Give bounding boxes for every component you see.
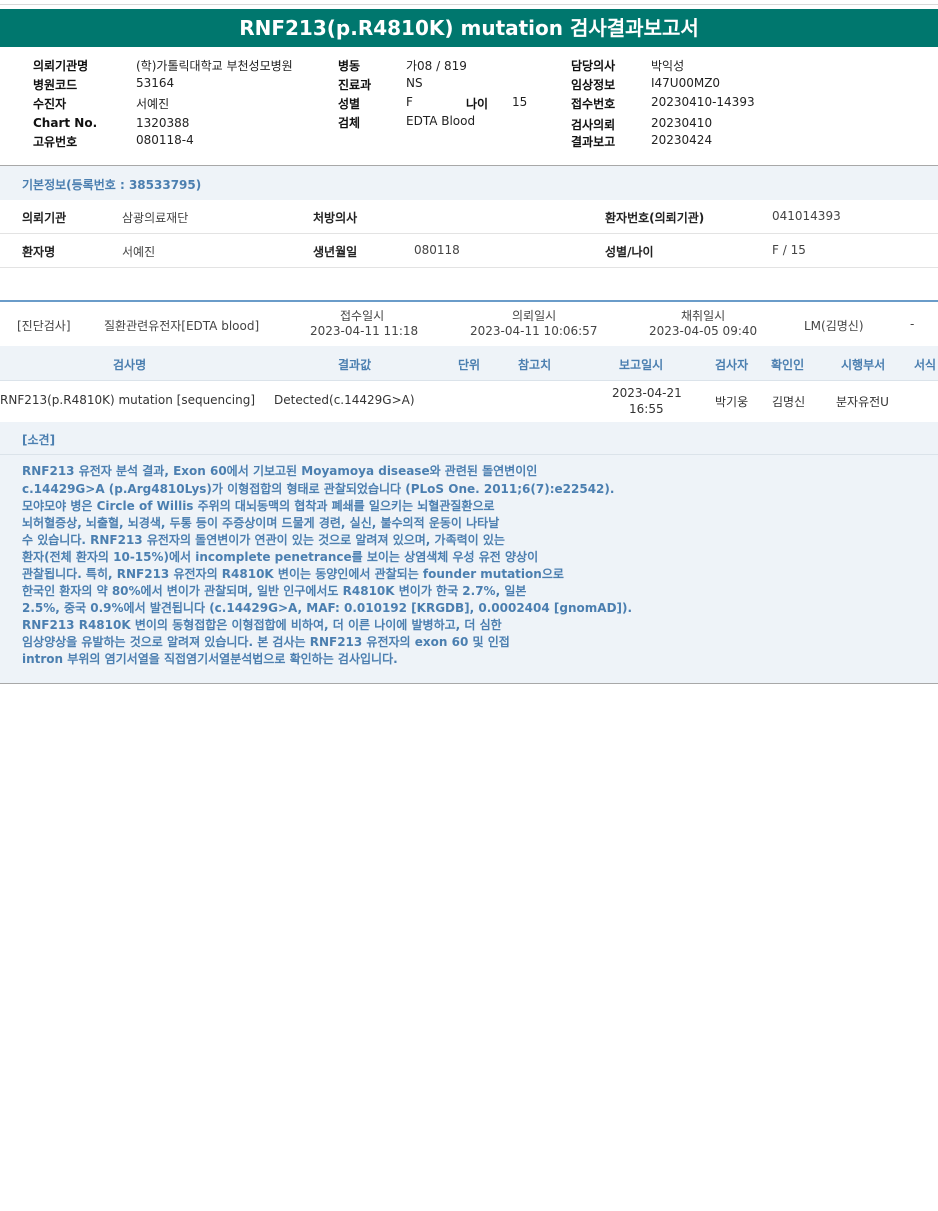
sex-age-value: F / 15 xyxy=(772,243,806,257)
opinion-line: RNF213 R4810K 변이의 동형접합은 이형접합에 비하여, 더 이른 … xyxy=(22,618,502,632)
col-tester: 검사자 xyxy=(715,358,749,372)
patient-no-label: 환자번호(의뢰기관) xyxy=(605,211,705,225)
opinion-line: 뇌허혈증상, 뇌출혈, 뇌경색, 두통 등이 주증상이며 드물게 경련, 실신,… xyxy=(22,516,500,530)
prescriber-label: 처방의사 xyxy=(313,211,358,225)
dob-label: 생년월일 xyxy=(313,245,358,259)
age-label: 나이 xyxy=(466,97,489,111)
col-result: 결과값 xyxy=(338,358,372,372)
report-title: RNF213(p.R4810K) mutation 검사결과보고서 xyxy=(0,9,938,47)
order-category: [진단검사] xyxy=(17,319,71,333)
age-value: 15 xyxy=(512,95,528,109)
specimen-label: 검체 xyxy=(338,116,361,130)
col-form: 서식 xyxy=(914,358,937,372)
clinical-info-value: I47U00MZ0 xyxy=(651,76,721,90)
report-date-value: 20230424 xyxy=(651,133,713,147)
result-dept: 분자유전U xyxy=(836,395,889,409)
request-date-label: 검사의뢰 xyxy=(571,118,616,132)
order-dash: - xyxy=(910,317,915,331)
collected-value: 2023-04-05 09:40 xyxy=(649,324,758,338)
opinion-title: [소견] xyxy=(22,433,56,447)
report-header: 의뢰기관명 (학)가톨릭대학교 부천성모병원 병원코드 53164 수진자 서예… xyxy=(0,50,938,164)
inst-label: 의뢰기관 xyxy=(22,211,67,225)
sex-value: F xyxy=(406,95,413,109)
basic-info-heading: 기본정보(등록번호 : 38533795) xyxy=(0,166,938,200)
opinion-line: 임상양상을 유발하는 것으로 알려져 있습니다. 본 검사는 RNF213 유전… xyxy=(22,635,510,649)
table-row[interactable]: RNF213(p.R4810K) mutation [sequencing] D… xyxy=(0,381,938,421)
unique-no-value: 080118-4 xyxy=(136,133,194,147)
sex-age-label: 성별/나이 xyxy=(605,245,654,259)
opinion-line: 수 있습니다. RNF213 유전자의 돌연변이가 연관이 있는 것으로 알려져… xyxy=(22,533,505,547)
patient-no-value: 041014393 xyxy=(772,209,841,223)
order-summary: [진단검사] 질환관련유전자[EDTA blood] 접수일시 2023-04-… xyxy=(0,302,938,346)
collected-label: 채취일시 xyxy=(681,309,726,323)
result-test-name: RNF213(p.R4810K) mutation [sequencing] xyxy=(0,393,255,407)
sex-label: 성별 xyxy=(338,97,361,111)
requested-value: 2023-04-11 10:06:57 xyxy=(470,324,598,338)
doctor-label: 담당의사 xyxy=(571,59,616,73)
result-value: Detected(c.14429G>A) xyxy=(274,393,415,407)
dob-value: 080118 xyxy=(414,243,460,257)
chart-no-value: 1320388 xyxy=(136,116,190,130)
opinion-line: 관찰됩니다. 특히, RNF213 유전자의 R4810K 변이는 동양인에서 … xyxy=(22,567,564,581)
col-confirmer: 확인인 xyxy=(771,358,805,372)
col-unit: 단위 xyxy=(458,358,481,372)
requesting-institution-value: (학)가톨릭대학교 부천성모병원 xyxy=(136,59,293,73)
chart-no-label: Chart No. xyxy=(33,116,98,130)
opinion-line: intron 부위의 염기서열을 직접염기서열분석법으로 확인하는 검사입니다. xyxy=(22,652,398,666)
opinion-line: 2.5%, 중국 0.9%에서 발견됩니다 (c.14429G>A, MAF: … xyxy=(22,601,633,615)
hospital-code-value: 53164 xyxy=(136,76,175,90)
examinee-value: 서예진 xyxy=(136,97,170,111)
received-label: 접수일시 xyxy=(340,309,385,323)
patient-name-value: 서예진 xyxy=(122,245,156,259)
opinion-line: 환자(전체 환자의 10-15%)에서 incomplete penetranc… xyxy=(22,550,539,564)
received-value: 2023-04-11 11:18 xyxy=(310,324,419,338)
lab-name: LM(김명신) xyxy=(804,319,864,333)
basic-info-row-1: 의뢰기관 삼광의료재단 처방의사 환자번호(의뢰기관) 041014393 xyxy=(0,200,938,234)
order-test-group: 질환관련유전자[EDTA blood] xyxy=(104,319,260,333)
receipt-no-value: 20230410-14393 xyxy=(651,95,755,109)
requested-label: 의뢰일시 xyxy=(512,309,557,323)
examinee-label: 수진자 xyxy=(33,97,67,111)
hospital-code-label: 병원코드 xyxy=(33,78,78,92)
dept-label: 진료과 xyxy=(338,78,372,92)
basic-info-title: 기본정보(등록번호 : 38533795) xyxy=(22,178,202,192)
col-dept: 시행부서 xyxy=(841,358,886,372)
results-table-header: 검사명 결과값 단위 참고치 보고일시 검사자 확인인 시행부서 서식 xyxy=(0,346,938,381)
specimen-value: EDTA Blood xyxy=(406,114,476,128)
inst-value: 삼광의료재단 xyxy=(122,211,189,225)
dept-value: NS xyxy=(406,76,423,90)
opinion-line: RNF213 유전자 분석 결과, Exon 60에서 기보고된 Moyamoy… xyxy=(22,464,538,478)
result-tester: 박기웅 xyxy=(715,395,749,409)
result-report-time: 16:55 xyxy=(629,402,664,416)
opinion-line: 한국인 환자의 약 80%에서 변이가 관찰되며, 일반 인구에서도 R4810… xyxy=(22,584,527,598)
basic-info-row-2: 환자명 서예진 생년월일 080118 성별/나이 F / 15 xyxy=(0,234,938,268)
unique-no-label: 고유번호 xyxy=(33,135,78,149)
opinion-body: RNF213 유전자 분석 결과, Exon 60에서 기보고된 Moyamoy… xyxy=(0,455,938,684)
request-date-value: 20230410 xyxy=(651,116,713,130)
patient-name-label: 환자명 xyxy=(22,245,56,259)
clinical-info-label: 임상정보 xyxy=(571,78,616,92)
col-reference: 참고치 xyxy=(518,358,552,372)
opinion-line: 모야모야 병은 Circle of Willis 주위의 대뇌동맥의 협착과 폐… xyxy=(22,499,495,513)
report-date-label: 결과보고 xyxy=(571,135,616,149)
result-confirmer: 김명신 xyxy=(772,395,806,409)
receipt-no-label: 접수번호 xyxy=(571,97,616,111)
ward-value: 가08 / 819 xyxy=(406,59,467,73)
top-border xyxy=(0,4,938,5)
col-test-name: 검사명 xyxy=(113,358,147,372)
ward-label: 병동 xyxy=(338,59,361,73)
col-report-date: 보고일시 xyxy=(619,358,664,372)
requesting-institution-label: 의뢰기관명 xyxy=(33,59,89,73)
opinion-heading: [소견] xyxy=(0,422,938,455)
opinion-line: c.14429G>A (p.Arg4810Lys)가 이형접합의 형태로 관찰되… xyxy=(22,482,615,496)
result-report-date: 2023-04-21 xyxy=(612,386,682,400)
doctor-value: 박익성 xyxy=(651,59,685,73)
